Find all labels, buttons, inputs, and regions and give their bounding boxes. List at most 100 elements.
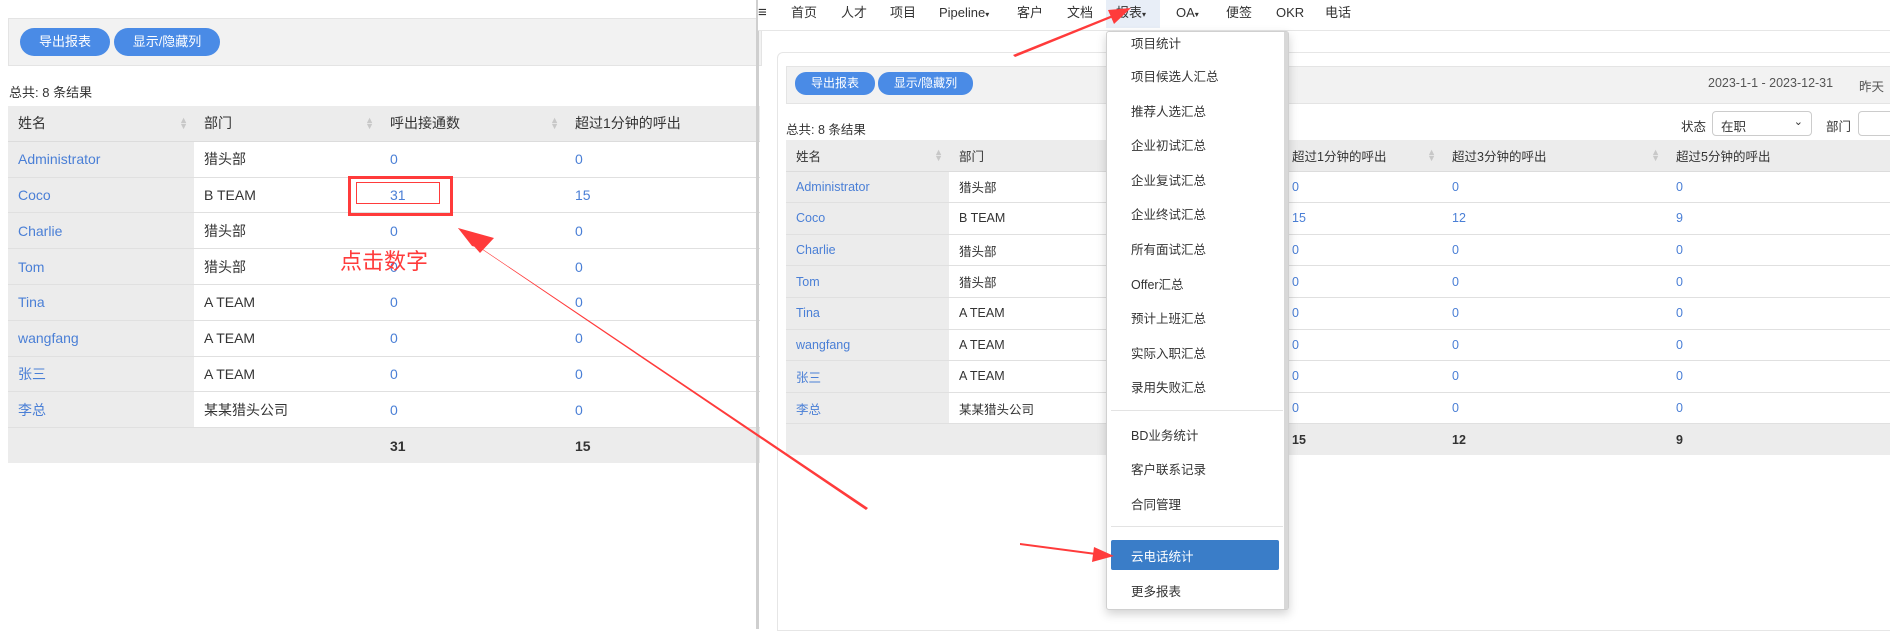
user-link[interactable]: Charlie	[796, 243, 836, 257]
over1min-count-link[interactable]: 0	[1292, 243, 1299, 257]
over1min-count-link[interactable]: 0	[1292, 306, 1299, 320]
user-link[interactable]: Tom	[796, 275, 820, 289]
menu-item-client-contacts[interactable]: 客户联系记录	[1131, 459, 1206, 478]
connected-count-link[interactable]: 0	[390, 402, 398, 418]
over5min-count-link[interactable]: 0	[1676, 275, 1683, 289]
left-col-header-connected[interactable]: 呼出接通数 ▲ ▼	[380, 106, 565, 142]
over3min-count-link[interactable]: 0	[1452, 275, 1459, 289]
over5min-count-link[interactable]: 0	[1676, 243, 1683, 257]
menu-item-offers[interactable]: Offer汇总	[1131, 274, 1184, 293]
user-link[interactable]: wangfang	[796, 338, 850, 352]
over5min-count-link[interactable]: 0	[1676, 369, 1683, 383]
user-link[interactable]: Administrator	[18, 151, 100, 167]
nav-talent[interactable]: 人才	[841, 0, 867, 28]
sort-icon: ▲ ▼	[550, 115, 559, 132]
nav-notes[interactable]: 便签	[1226, 0, 1252, 28]
over1min-count-link[interactable]: 0	[575, 151, 583, 167]
left-col-header-dept[interactable]: 部门 ▲ ▼	[194, 106, 380, 142]
over1min-count-link[interactable]: 0	[575, 366, 583, 382]
user-link[interactable]: Coco	[796, 211, 825, 225]
connected-count-link[interactable]: 0	[390, 223, 398, 239]
connected-count-link[interactable]: 0	[390, 330, 398, 346]
menu-icon[interactable]: ≡	[758, 0, 767, 28]
over1min-count-link[interactable]: 15	[1292, 211, 1306, 225]
date-range-display[interactable]: 2023-1-1 - 2023-12-31	[1708, 76, 1833, 90]
over1min-count-link[interactable]: 0	[575, 294, 583, 310]
user-link[interactable]: Tina	[796, 306, 820, 320]
over3min-count-link[interactable]: 12	[1452, 211, 1466, 225]
dropdown-scrollbar[interactable]	[1284, 32, 1288, 609]
over5min-count-link[interactable]: 0	[1676, 338, 1683, 352]
over3min-count-link[interactable]: 0	[1452, 243, 1459, 257]
nav-oa[interactable]: OA▾	[1176, 0, 1199, 28]
menu-item-all-interviews[interactable]: 所有面试汇总	[1131, 239, 1206, 258]
nav-phone[interactable]: 电话	[1325, 0, 1351, 28]
user-link[interactable]: Coco	[18, 187, 51, 203]
user-link[interactable]: Tina	[18, 294, 45, 310]
over1min-count-link[interactable]: 0	[575, 223, 583, 239]
left-toggle-columns-button[interactable]: 显示/隐藏列	[114, 28, 220, 56]
right-export-button[interactable]: 导出报表	[795, 72, 875, 95]
over1min-count-link[interactable]: 0	[1292, 180, 1299, 194]
over3min-count-link[interactable]: 0	[1452, 338, 1459, 352]
menu-item-cloud-phone-stats[interactable]: 云电话统计	[1131, 546, 1194, 565]
user-link[interactable]: Tom	[18, 259, 44, 275]
user-link[interactable]: 李总	[18, 402, 46, 418]
over3min-count-link[interactable]: 0	[1452, 180, 1459, 194]
over1min-count-link[interactable]: 0	[1292, 338, 1299, 352]
connected-count-link[interactable]: 0	[390, 151, 398, 167]
over1min-count-link[interactable]: 0	[575, 330, 583, 346]
menu-item-second-interviews[interactable]: 企业复试汇总	[1131, 170, 1206, 189]
connected-count-link[interactable]: 0	[390, 294, 398, 310]
over3min-count-link[interactable]: 0	[1452, 306, 1459, 320]
user-link[interactable]: Charlie	[18, 223, 62, 239]
menu-item-first-interviews[interactable]: 企业初试汇总	[1131, 135, 1206, 154]
status-select[interactable]: 在职 ⌄	[1712, 111, 1812, 136]
over1min-count-link[interactable]: 0	[575, 259, 583, 275]
over1min-count-link[interactable]: 0	[575, 402, 583, 418]
date-shortcut-yesterday[interactable]: 昨天	[1859, 76, 1884, 95]
menu-item-recommendations[interactable]: 推荐人选汇总	[1131, 101, 1206, 120]
user-link[interactable]: 张三	[796, 371, 821, 385]
left-col-header-name[interactable]: 姓名 ▲ ▼	[8, 106, 194, 142]
menu-item-final-interviews[interactable]: 企业终试汇总	[1131, 204, 1206, 223]
right-col-header-dept[interactable]: 部门	[949, 140, 1112, 172]
user-link[interactable]: 张三	[18, 366, 46, 382]
over3min-count-link[interactable]: 0	[1452, 369, 1459, 383]
right-col-header-name[interactable]: 姓名 ▲ ▼	[786, 140, 949, 172]
nav-documents[interactable]: 文档	[1067, 0, 1093, 28]
user-link[interactable]: Administrator	[796, 180, 870, 194]
menu-item-project-candidates[interactable]: 项目候选人汇总	[1131, 66, 1219, 85]
user-link[interactable]: 李总	[796, 403, 821, 417]
menu-item-contract-management[interactable]: 合同管理	[1131, 494, 1181, 513]
nav-clients[interactable]: 客户	[1017, 0, 1043, 28]
menu-item-expected-onboarding[interactable]: 预计上班汇总	[1131, 308, 1206, 327]
dept-select[interactable]	[1858, 111, 1890, 136]
menu-item-actual-onboarding[interactable]: 实际入职汇总	[1131, 343, 1206, 362]
over1min-count-link[interactable]: 15	[575, 187, 591, 203]
over1min-count-link[interactable]: 0	[1292, 369, 1299, 383]
menu-item-project-stats[interactable]: 项目统计	[1131, 33, 1181, 52]
user-link[interactable]: wangfang	[18, 330, 79, 346]
right-col-header-over5min[interactable]: 超过5分钟的呼出	[1666, 140, 1890, 172]
menu-item-bd-stats[interactable]: BD业务统计	[1131, 425, 1198, 444]
nav-reports[interactable]: 报表▾	[1106, 0, 1160, 28]
nav-pipeline[interactable]: Pipeline▾	[939, 0, 989, 28]
nav-home[interactable]: 首页	[791, 0, 817, 28]
menu-item-more-reports[interactable]: 更多报表	[1131, 581, 1181, 600]
over1min-count-link[interactable]: 0	[1292, 275, 1299, 289]
left-col-header-over1min[interactable]: 超过1分钟的呼出	[565, 106, 760, 142]
over5min-count-link[interactable]: 0	[1676, 401, 1683, 415]
right-toggle-columns-button[interactable]: 显示/隐藏列	[878, 72, 973, 95]
menu-item-hire-failures[interactable]: 录用失败汇总	[1131, 377, 1206, 396]
over5min-count-link[interactable]: 9	[1676, 211, 1683, 225]
connected-count-link[interactable]: 0	[390, 366, 398, 382]
nav-projects[interactable]: 项目	[890, 0, 916, 28]
left-export-button[interactable]: 导出报表	[20, 28, 110, 56]
right-col-header-over3min[interactable]: 超过3分钟的呼出 ▲ ▼	[1442, 140, 1666, 172]
over3min-count-link[interactable]: 0	[1452, 401, 1459, 415]
over5min-count-link[interactable]: 0	[1676, 306, 1683, 320]
over1min-count-link[interactable]: 0	[1292, 401, 1299, 415]
over5min-count-link[interactable]: 0	[1676, 180, 1683, 194]
nav-okr[interactable]: OKR	[1276, 0, 1304, 28]
